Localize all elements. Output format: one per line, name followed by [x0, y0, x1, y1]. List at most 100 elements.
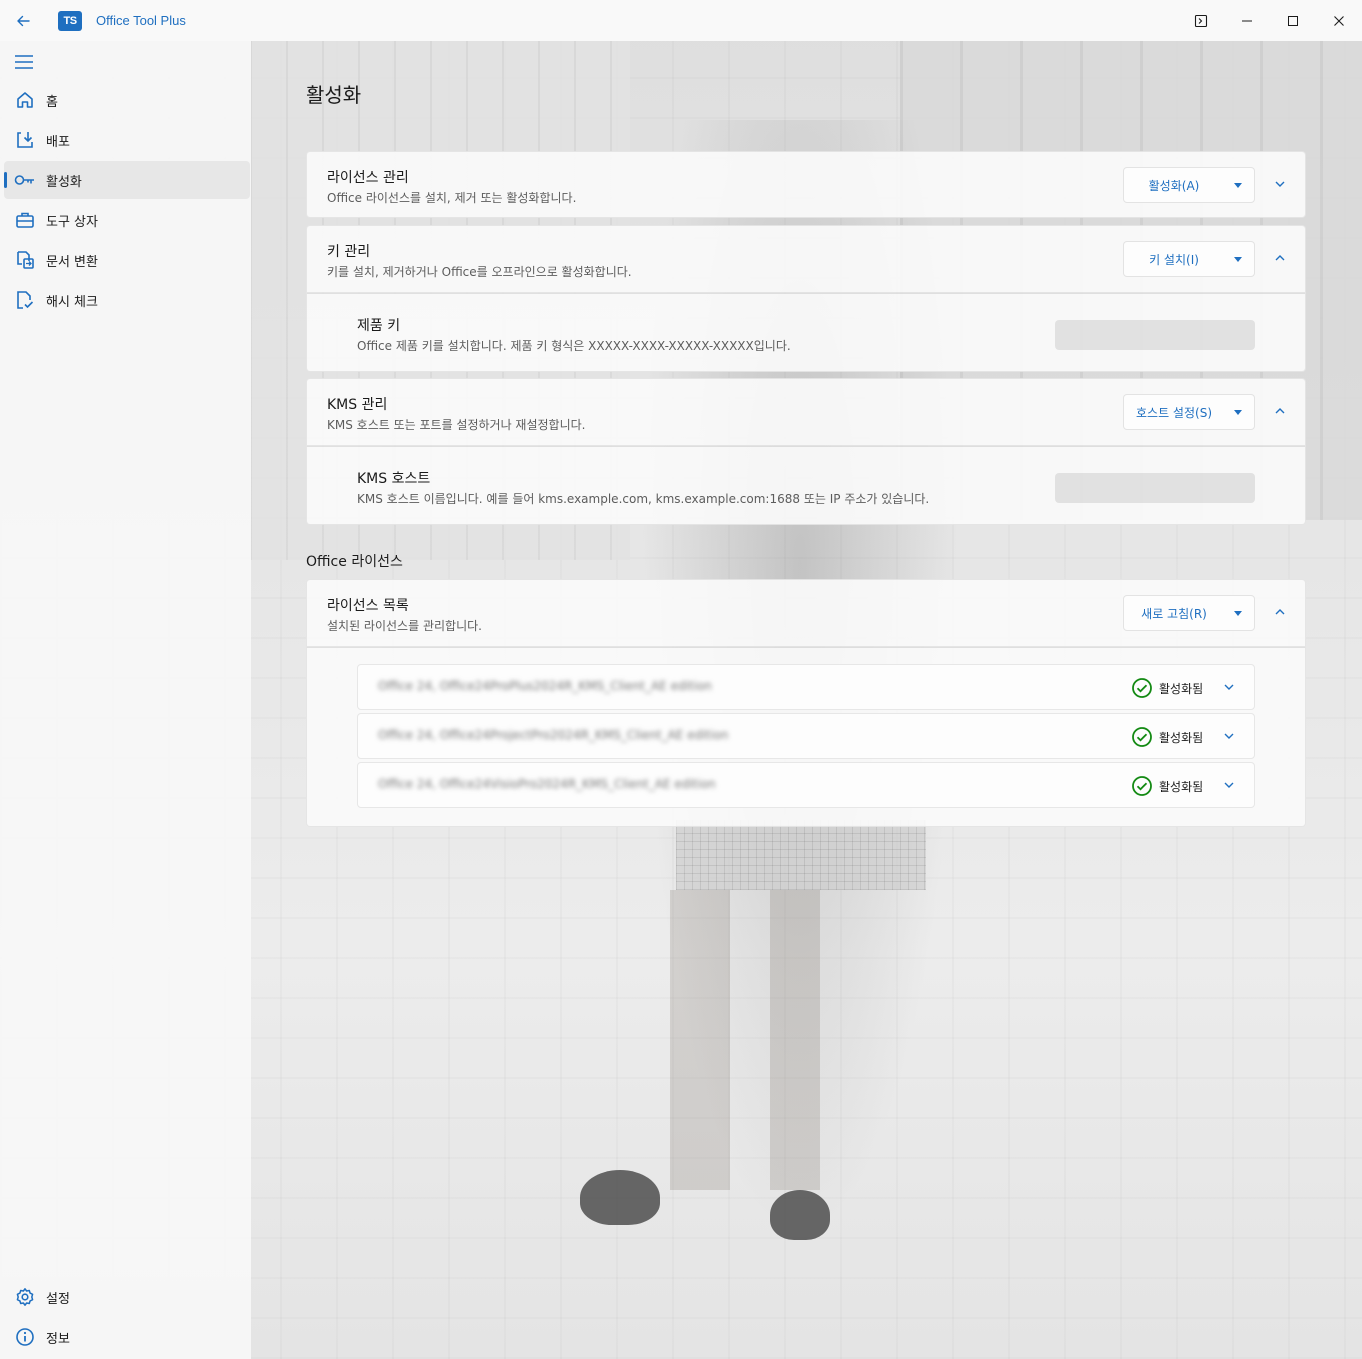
sidebar-item-hash-check[interactable]: 해시 체크 — [4, 281, 250, 319]
active-indicator — [4, 172, 7, 188]
close-icon — [1334, 15, 1344, 26]
set-host-button-label: 호스트 설정(S) — [1136, 405, 1212, 420]
card-description: 설치된 라이선스를 관리합니다. — [327, 619, 482, 633]
caret-down-icon — [1234, 257, 1242, 262]
kms-management-card: KMS 관리 KMS 호스트 또는 포트를 설정하거나 재설정합니다. 호스트 … — [306, 378, 1306, 446]
check-circle-icon — [1132, 727, 1152, 747]
minimize-button[interactable] — [1224, 0, 1270, 41]
maximize-icon — [1288, 15, 1298, 26]
chevron-down-icon — [1224, 782, 1234, 788]
sidebar-item-toolbox[interactable]: 도구 상자 — [4, 201, 250, 239]
card-title: 키 관리 — [327, 244, 371, 260]
settings-icon — [14, 1286, 36, 1308]
card-title: 라이선스 목록 — [327, 598, 409, 614]
sidebar-item-label: 배포 — [46, 134, 70, 150]
caret-down-icon — [1234, 611, 1242, 616]
kms-host-description: KMS 호스트 이름입니다. 예를 들어 kms.example.com, km… — [357, 492, 930, 506]
app-logo: TS — [58, 10, 82, 31]
kms-host-title: KMS 호스트 — [357, 471, 431, 487]
collapse-button[interactable] — [1270, 248, 1290, 268]
minimize-icon — [1242, 20, 1252, 21]
chevron-up-icon — [1275, 408, 1285, 414]
product-key-description: Office 제품 키를 설치합니다. 제품 키 형식은 XXXXX-XXXX-… — [357, 339, 791, 353]
sidebar-item-activation[interactable]: 활성화 — [4, 161, 250, 199]
chevron-down-icon — [1224, 684, 1234, 690]
window-controls — [1178, 0, 1362, 41]
chevron-up-icon — [1275, 609, 1285, 615]
sidebar-item-label: 활성화 — [46, 174, 82, 190]
chevron-down-icon — [1275, 181, 1285, 187]
sidebar-item-label: 설정 — [46, 1291, 70, 1307]
license-list-card: 라이선스 목록 설치된 라이선스를 관리합니다. 새로 고침(R) — [306, 579, 1306, 647]
main-content: 활성화 라이선스 관리 Office 라이선스를 설치, 제거 또는 활성화합니… — [251, 41, 1362, 1359]
expand-button[interactable] — [1270, 174, 1290, 194]
activate-button-label: 활성화(A) — [1148, 178, 1200, 193]
install-key-button[interactable]: 키 설치(I) — [1123, 241, 1255, 277]
info-icon — [14, 1326, 36, 1348]
refresh-button-label: 새로 고침(R) — [1141, 606, 1207, 621]
hash-check-icon — [14, 289, 36, 311]
section-header: Office 라이선스 — [306, 554, 403, 570]
app-title: Office Tool Plus — [96, 13, 186, 28]
refresh-button[interactable]: 새로 고침(R) — [1123, 595, 1255, 631]
chevron-down-icon — [1224, 733, 1234, 739]
sidebar-item-label: 해시 체크 — [46, 294, 98, 310]
maximize-button[interactable] — [1270, 0, 1316, 41]
collapse-button[interactable] — [1270, 401, 1290, 421]
menu-toggle-button[interactable] — [12, 51, 36, 73]
collapse-button[interactable] — [1270, 602, 1290, 622]
check-circle-icon — [1132, 678, 1152, 698]
set-host-button[interactable]: 호스트 설정(S) — [1123, 394, 1255, 430]
caret-down-icon — [1234, 410, 1242, 415]
sidebar-item-label: 정보 — [46, 1331, 70, 1347]
sidebar-item-label: 문서 변환 — [46, 254, 98, 270]
card-description: Office 라이선스를 설치, 제거 또는 활성화합니다. — [327, 191, 577, 205]
sidebar-item-info[interactable]: 정보 — [4, 1318, 250, 1356]
key-management-card: 키 관리 키를 설치, 제거하거나 Office를 오프라인으로 활성화합니다.… — [306, 225, 1306, 293]
license-management-card: 라이선스 관리 Office 라이선스를 설치, 제거 또는 활성화합니다. 활… — [306, 151, 1306, 218]
sidebar-item-label: 홈 — [46, 94, 58, 110]
kms-host-input[interactable] — [1055, 473, 1255, 503]
license-list: Office 24, Office24ProPlus2024R_KMS_Clie… — [306, 647, 1306, 827]
sidebar-item-document-convert[interactable]: 문서 변환 — [4, 241, 250, 279]
home-icon — [14, 89, 36, 111]
sidebar-item-label: 도구 상자 — [46, 214, 98, 230]
license-item[interactable]: Office 24, Office24VisioPro2024R_KMS_Cli… — [357, 762, 1255, 808]
deploy-icon — [14, 129, 36, 151]
document-convert-icon — [14, 249, 36, 271]
terminal-button[interactable] — [1178, 0, 1224, 41]
card-title: KMS 관리 — [327, 397, 388, 413]
product-key-row: 제품 키 Office 제품 키를 설치합니다. 제품 키 형식은 XXXXX-… — [306, 293, 1306, 372]
product-key-title: 제품 키 — [357, 318, 401, 334]
sidebar-item-deploy[interactable]: 배포 — [4, 121, 250, 159]
license-item[interactable]: Office 24, Office24ProPlus2024R_KMS_Clie… — [357, 664, 1255, 710]
license-name: Office 24, Office24ProPlus2024R_KMS_Clie… — [378, 679, 712, 693]
activate-button[interactable]: 활성화(A) — [1123, 167, 1255, 203]
expand-license-button[interactable] — [1220, 776, 1238, 794]
terminal-icon — [1194, 14, 1208, 27]
license-status: 활성화됨 — [1159, 731, 1204, 745]
expand-license-button[interactable] — [1220, 727, 1238, 745]
expand-license-button[interactable] — [1220, 678, 1238, 696]
install-key-button-label: 키 설치(I) — [1149, 252, 1199, 267]
hamburger-icon — [15, 55, 33, 69]
license-name: Office 24, Office24VisioPro2024R_KMS_Cli… — [378, 777, 716, 791]
license-status: 활성화됨 — [1159, 780, 1204, 794]
check-circle-icon — [1132, 776, 1152, 796]
back-arrow-icon — [17, 15, 30, 26]
chevron-up-icon — [1275, 255, 1285, 261]
sidebar-item-settings[interactable]: 설정 — [4, 1278, 250, 1316]
license-status: 활성화됨 — [1159, 682, 1204, 696]
license-item[interactable]: Office 24, Office24ProjectPro2024R_KMS_C… — [357, 713, 1255, 759]
product-key-input[interactable] — [1055, 320, 1255, 350]
card-description: KMS 호스트 또는 포트를 설정하거나 재설정합니다. — [327, 418, 586, 432]
kms-host-row: KMS 호스트 KMS 호스트 이름입니다. 예를 들어 kms.example… — [306, 446, 1306, 525]
back-button[interactable] — [0, 0, 46, 41]
toolbox-icon — [14, 209, 36, 231]
title-bar: TS Office Tool Plus — [0, 0, 1362, 41]
close-button[interactable] — [1316, 0, 1362, 41]
sidebar-item-home[interactable]: 홈 — [4, 81, 250, 119]
license-name: Office 24, Office24ProjectPro2024R_KMS_C… — [378, 728, 729, 742]
card-title: 라이선스 관리 — [327, 170, 409, 186]
key-icon — [14, 169, 36, 191]
